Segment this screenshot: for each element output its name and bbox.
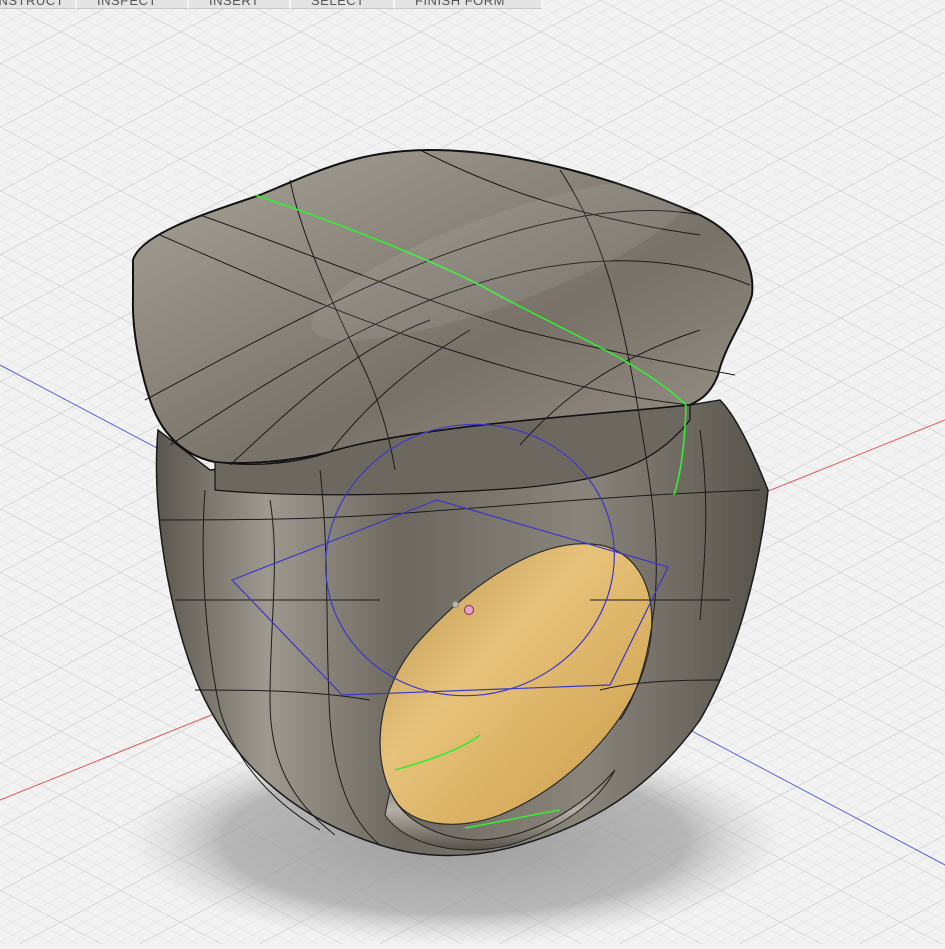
design-viewport[interactable] — [0, 0, 945, 945]
tab-inspect[interactable]: INSPECT — [77, 0, 189, 9]
toolbar: CONSTRUCT INSPECT INSERT SELECT FINISH F… — [0, 0, 545, 9]
tab-select[interactable]: SELECT — [291, 0, 395, 9]
selection-center-icon[interactable] — [464, 605, 474, 615]
tab-select-label: SELECT — [311, 0, 365, 8]
canvas-3d[interactable] — [0, 0, 945, 945]
tab-finish-form-label: FINISH FORM — [415, 0, 505, 8]
tab-construct-label: CONSTRUCT — [0, 0, 65, 8]
tab-insert-label: INSERT — [209, 0, 260, 8]
pivot-point-icon[interactable] — [452, 601, 459, 608]
tab-construct[interactable]: CONSTRUCT — [0, 0, 77, 9]
tab-insert[interactable]: INSERT — [189, 0, 291, 9]
tab-inspect-label: INSPECT — [97, 0, 157, 8]
tab-finish-form[interactable]: FINISH FORM — [395, 0, 543, 9]
